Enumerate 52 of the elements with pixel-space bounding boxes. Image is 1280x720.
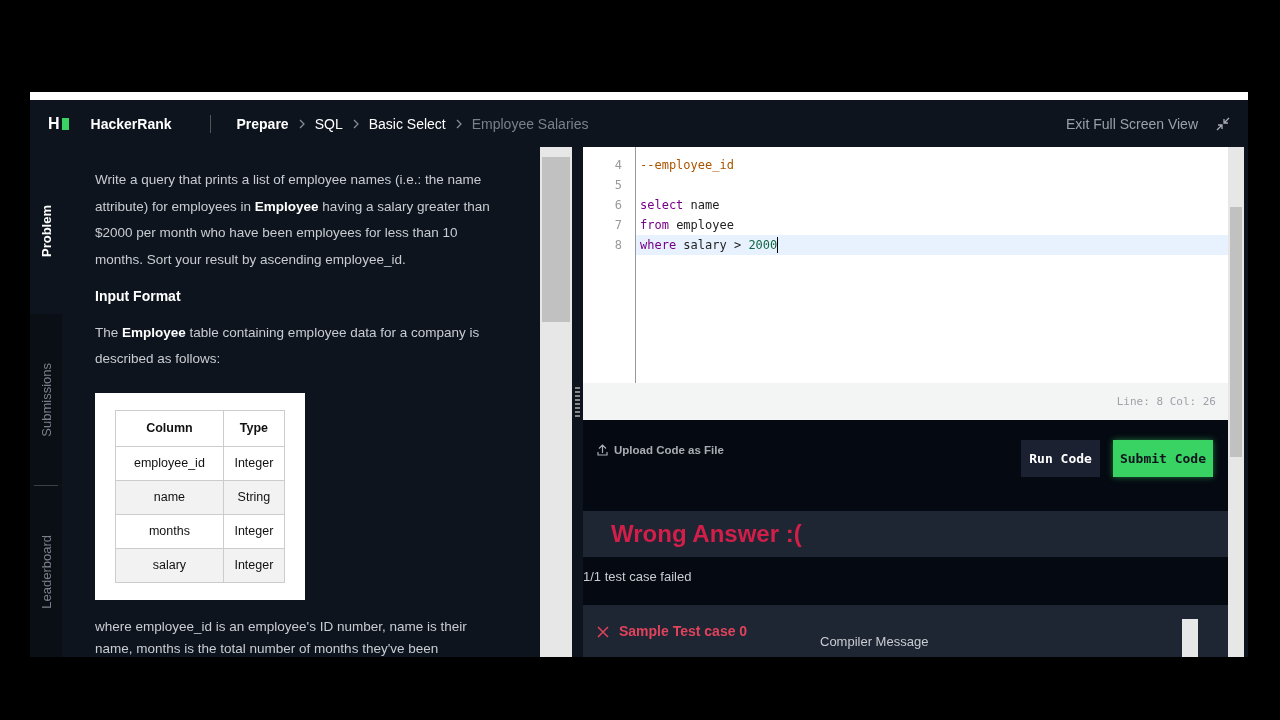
column-header: Column (115, 410, 224, 446)
input-description: The Employee table containing employee data for a company is described as follows: (95, 323, 481, 368)
line-number: 4 (613, 157, 623, 174)
line-number: 5 (613, 177, 623, 194)
text-cursor (777, 237, 779, 253)
code-line: --employee_id (640, 157, 734, 174)
table-cell: Integer (223, 548, 285, 582)
scrollbar[interactable] (540, 147, 572, 657)
line-number: 6 (613, 197, 623, 214)
test-case-label: Sample Test case 0 (619, 623, 748, 639)
logo-letter[interactable]: H (48, 114, 60, 133)
line-number: 8 (613, 237, 623, 254)
exit-fullscreen-link[interactable]: Exit Full Screen View (1066, 115, 1198, 132)
chevron-icon (454, 118, 463, 129)
breadcrumb-link[interactable]: Basic Select (368, 115, 446, 132)
brand-name: HackerRank (90, 115, 172, 132)
test-case-tab[interactable]: Sample Test case 0 Compiler Message (583, 605, 1228, 657)
table-cell: salary (115, 548, 224, 582)
test-summary: 1/1 test case failed (583, 568, 693, 586)
table-cell: months (115, 514, 224, 548)
breadcrumb-link[interactable]: Employee Salaries (471, 115, 589, 132)
code-editor[interactable]: 4 5 6 7 8 --employee_id select name from employee where salary > 2000 (583, 147, 1228, 383)
table-cell: String (223, 480, 285, 514)
chevron-icon (351, 118, 360, 129)
table-cell: name (115, 480, 224, 514)
resize-handle[interactable] (575, 387, 580, 417)
table-cell: employee_id (115, 446, 224, 480)
scrollbar[interactable] (1182, 619, 1198, 657)
upload-icon (597, 443, 608, 456)
run-code-button[interactable]: Run Code (1021, 440, 1100, 477)
cursor-position: Line: 8 Col: 26 (1116, 395, 1216, 408)
table-cell: Integer (223, 514, 285, 548)
submit-code-button[interactable]: Submit Code (1112, 440, 1213, 477)
code-line: select name (640, 197, 720, 214)
section-heading: Input Format (95, 287, 182, 306)
breadcrumb-link[interactable]: Prepare (236, 115, 289, 132)
logo-block-icon (61, 117, 69, 130)
breadcrumb-link[interactable]: SQL (314, 115, 343, 132)
table-cell: Integer (223, 446, 285, 480)
scrollbar[interactable] (1228, 147, 1244, 657)
problem-statement: Write a query that prints a list of employee names (i.e.: the name attribute) for employees in Employee having a salary greater than $2000 per month who have been employees for less than 10 months. Sort your result by ascending employee_id. (95, 171, 491, 269)
column-header: Type (223, 410, 285, 446)
field-description: where employee_id is an employee's ID number, name is their name, months is the total number of months they've been (95, 617, 468, 657)
side-tab[interactable]: Leaderboard (30, 486, 62, 657)
code-line: where salary > 2000 (640, 237, 778, 254)
compiler-message-label: Compiler Message (820, 634, 929, 649)
code-line: from employee (640, 217, 734, 234)
chevron-icon (297, 118, 306, 129)
collapse-icon[interactable] (1216, 116, 1230, 131)
line-number: 7 (613, 217, 623, 234)
result-title: Wrong Answer :( (611, 520, 802, 548)
side-tab[interactable]: Submissions (30, 314, 62, 485)
